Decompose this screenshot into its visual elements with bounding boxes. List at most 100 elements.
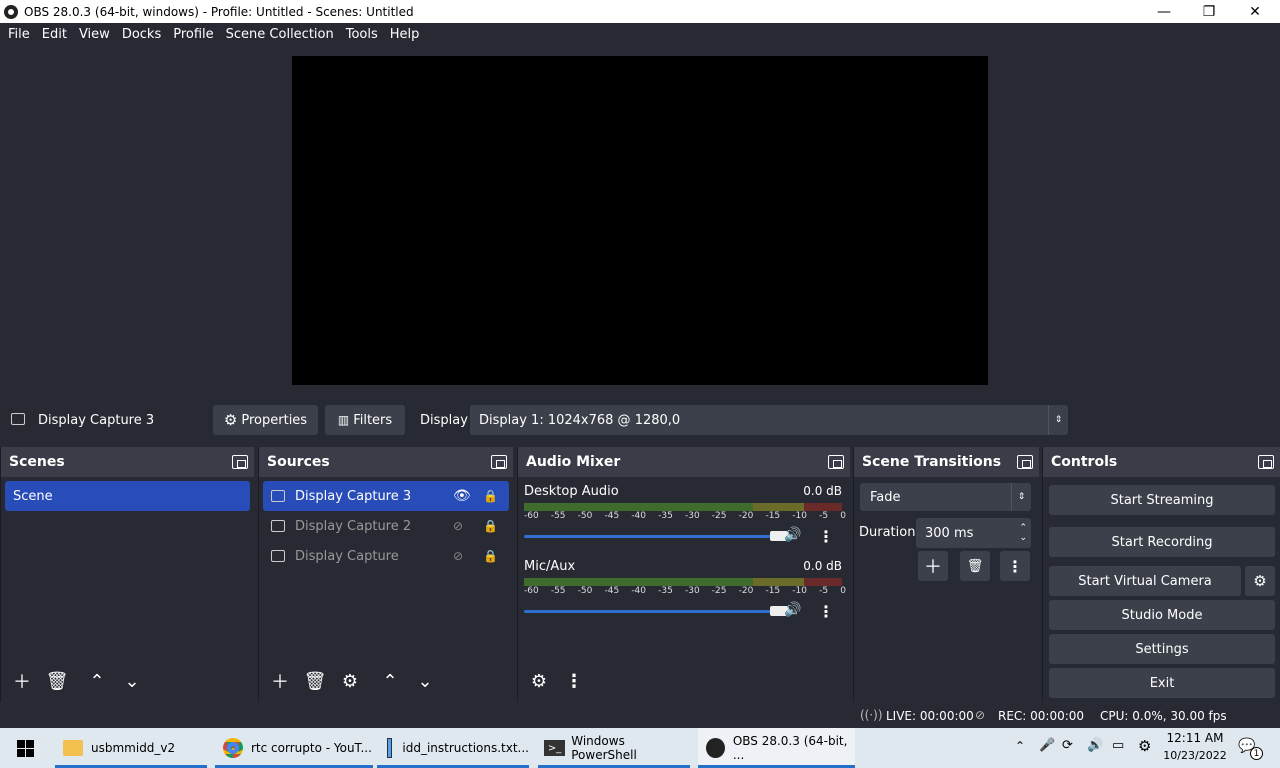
taskbar-item-obs[interactable]: OBS 28.0.3 (64-bit, ... [698,728,855,768]
start-streaming-button[interactable]: Start Streaming [1049,485,1275,515]
preview-canvas[interactable] [292,56,988,385]
more-icon[interactable]: ⋮ [818,527,834,546]
gear-icon[interactable]: ⚙ [336,668,364,694]
virtual-camera-gear-icon[interactable]: ⚙ [1245,566,1275,596]
gear-icon: ⚙ [223,411,238,429]
sources-toolbar: ＋ 🗑 ⚙ ⌃ ⌄ [259,666,439,696]
live-icon: ((·)) [860,708,883,722]
spin-up-icon[interactable]: ⌃ [1019,523,1027,533]
trash-icon[interactable]: 🗑 [960,551,990,581]
studio-mode-button[interactable]: Studio Mode [1049,600,1275,630]
filter-icon: ▥ [337,413,350,427]
obs-logo-icon [4,4,18,19]
move-up-icon[interactable]: ⌃ [83,668,111,694]
properties-button[interactable]: ⚙ Properties [213,405,318,435]
menu-edit[interactable]: Edit [36,23,73,47]
audio-mixer-dock: Audio Mixer Desktop Audio 0.0 dB -60 -55-… [517,447,850,702]
move-down-icon[interactable]: ⌄ [118,668,146,694]
status-bar: ((·)) LIVE: 00:00:00 ⊘ REC: 00:00:00 CPU… [0,704,1280,728]
window-title: OBS 28.0.3 (64-bit, windows) - Profile: … [24,4,414,19]
speaker-icon[interactable]: 🔊 [784,602,801,618]
start-virtual-camera-button[interactable]: Start Virtual Camera [1049,566,1241,596]
add-icon[interactable]: ＋ [8,668,36,694]
sources-dock: Sources Display Capture 3 👁 🔒 Display Ca… [258,447,513,702]
minimize-button[interactable]: — [1141,0,1187,23]
clock-time[interactable]: 12:11 AM [1164,731,1226,745]
source-item[interactable]: Display Capture 3 👁 🔒 [263,481,509,511]
menu-docks[interactable]: Docks [116,23,167,47]
powershell-icon: >_ [544,740,566,756]
lock-icon[interactable]: 🔒 [483,549,498,563]
volume-slider[interactable] [524,606,788,616]
selected-source-name: Display Capture 3 [38,413,155,428]
settings-gear-icon[interactable]: ⚙ [1138,737,1151,755]
spin-down-icon[interactable]: ⌄ [1019,533,1027,543]
display-select[interactable]: Display 1: 1024x768 @ 1280,0 ⇕ [470,405,1068,435]
maximize-button[interactable]: ❐ [1186,0,1232,23]
microphone-icon[interactable]: 🎤 [1039,738,1055,753]
more-icon[interactable]: ⋮ [560,668,588,694]
add-icon[interactable]: ＋ [918,551,948,581]
duration-label: Duration [859,525,916,540]
title-bar: OBS 28.0.3 (64-bit, windows) - Profile: … [0,0,1280,23]
clock-date[interactable]: 10/23/2022 [1162,749,1228,762]
source-item[interactable]: Display Capture 2 ⊘ 🔒 [263,511,509,541]
more-icon[interactable]: ⋮ [818,602,834,621]
duration-spinbox[interactable]: 300 ms ⌃ ⌄ [916,518,1031,548]
speaker-icon[interactable]: 🔊 [784,527,801,543]
eye-icon[interactable]: 👁 [453,488,471,504]
scene-transitions-header: Scene Transitions [854,447,1039,477]
menu-file[interactable]: File [2,23,36,47]
settings-button[interactable]: Settings [1049,634,1275,664]
close-button[interactable]: ✕ [1232,0,1278,23]
undock-icon[interactable] [232,455,248,469]
chevron-updown-icon: ⇕ [1011,483,1031,511]
rec-status: REC: 00:00:00 [998,709,1085,723]
move-up-icon[interactable]: ⌃ [376,668,404,694]
start-recording-button[interactable]: Start Recording [1049,527,1275,557]
chevron-up-icon[interactable]: ⌃ [1015,739,1025,753]
filters-button[interactable]: ▥ Filters [325,405,405,435]
controls-header: Controls [1043,447,1280,477]
add-icon[interactable]: ＋ [266,668,294,694]
menu-scene-collection[interactable]: Scene Collection [220,23,340,47]
live-status: LIVE: 00:00:00 [886,709,974,723]
channel-name: Desktop Audio [524,484,619,499]
menu-help[interactable]: Help [384,23,426,47]
source-item[interactable]: Display Capture ⊘ 🔒 [263,541,509,571]
controls-dock: Controls Start Streaming Start Recording… [1042,447,1280,702]
more-icon[interactable]: ⋮ [1000,551,1030,581]
undock-icon[interactable] [828,455,844,469]
volume-slider[interactable] [524,531,788,541]
network-icon[interactable]: ▭ [1112,738,1124,753]
taskbar-item-notepad[interactable]: idd_instructions.txt... [377,728,529,768]
scenes-header: Scenes [1,447,254,477]
monitor-icon [11,413,25,425]
menu-profile[interactable]: Profile [167,23,219,47]
eye-hidden-icon[interactable]: ⊘ [453,519,463,533]
undock-icon[interactable] [491,455,507,469]
sync-icon[interactable]: ⟳ [1062,738,1073,753]
trash-icon[interactable]: 🗑 [301,668,329,694]
menu-tools[interactable]: Tools [340,23,384,47]
start-button[interactable] [0,728,50,768]
undock-icon[interactable] [1017,455,1033,469]
move-down-icon[interactable]: ⌄ [411,668,439,694]
undock-icon[interactable] [1258,455,1274,469]
notification-count-badge: 1 [1250,747,1263,760]
meter-ticks: -60 -55 -50 -45 -40 -35 -30 -25 -20 -15 -10 -5 0 [524,511,846,521]
taskbar-item-explorer[interactable]: usbmmidd_v2 [55,728,207,768]
lock-icon[interactable]: 🔒 [483,519,498,533]
taskbar-item-chrome[interactable]: rtc corrupto - YouT... [215,728,373,768]
advanced-audio-gear-icon[interactable]: ⚙ [525,668,553,694]
eye-hidden-icon[interactable]: ⊘ [453,549,463,563]
scene-item[interactable]: Scene [5,481,250,511]
lock-icon[interactable]: 🔒 [483,489,498,503]
menu-view[interactable]: View [73,23,116,47]
volume-icon[interactable]: 🔊 [1087,738,1103,753]
trash-icon[interactable]: 🗑 [43,668,71,694]
taskbar-item-powershell[interactable]: >_ Windows PowerShell [538,728,690,768]
display-label: Display [420,413,468,428]
transition-select[interactable]: Fade ⇕ [860,483,1031,511]
exit-button[interactable]: Exit [1049,668,1275,698]
